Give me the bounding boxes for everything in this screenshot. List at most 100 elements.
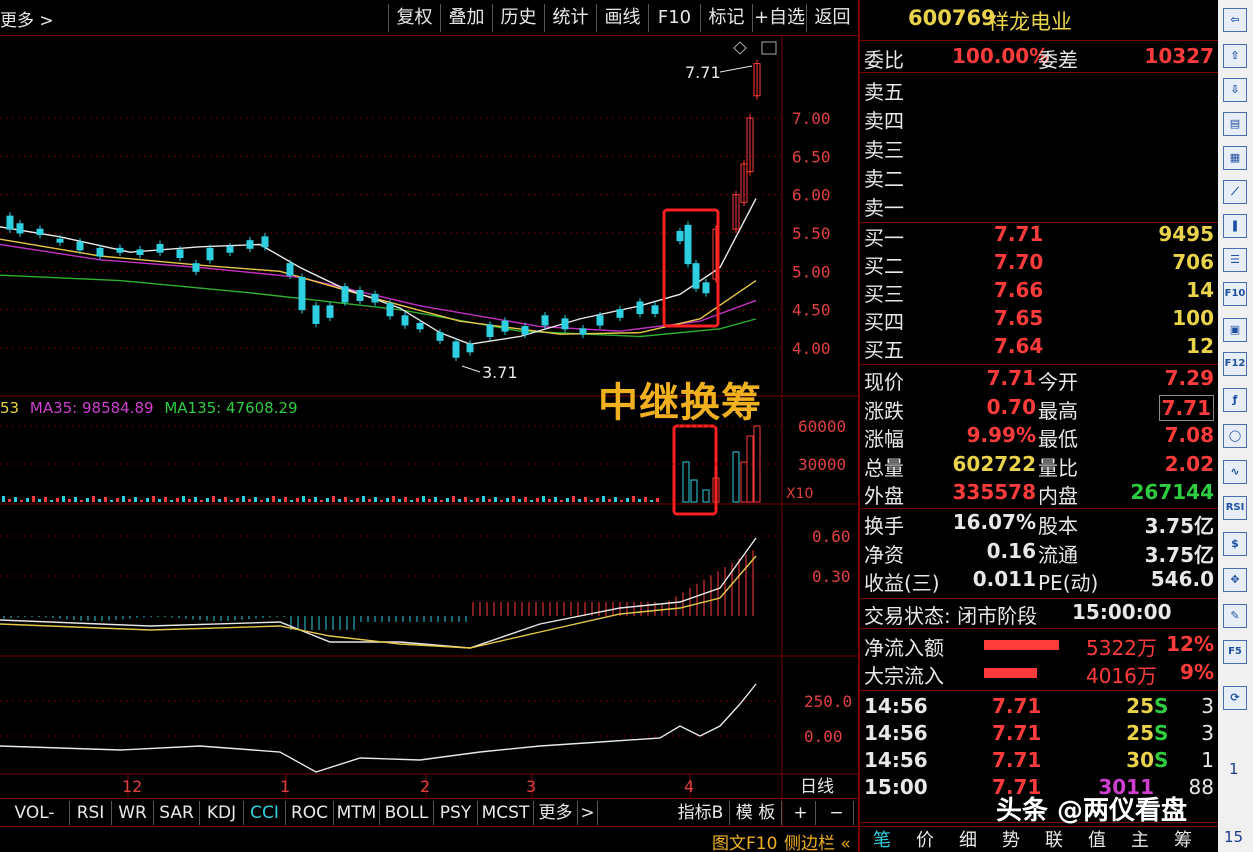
quote-row: 总量 602722 量比 2.02 bbox=[860, 452, 1218, 480]
f5-icon[interactable]: F5 bbox=[1223, 640, 1247, 664]
more-menu-button[interactable]: 更多 > bbox=[0, 6, 54, 31]
toolbar-button-6[interactable]: 标记 bbox=[700, 4, 752, 32]
candle-body bbox=[466, 343, 474, 353]
refresh-icon[interactable]: ⟳ bbox=[1223, 686, 1247, 710]
candle-body bbox=[341, 286, 349, 303]
sidebar-link[interactable]: 侧边栏 « bbox=[784, 829, 851, 852]
flow-pct: 9% bbox=[1180, 660, 1214, 684]
panel-tab-7[interactable]: 筹 bbox=[1165, 826, 1201, 851]
indicator-tab-11[interactable]: 更多 bbox=[534, 801, 578, 825]
toolbar-button-1[interactable]: 叠加 bbox=[440, 4, 492, 32]
doc-icon[interactable]: ▣ bbox=[1223, 318, 1247, 342]
arrow-down-icon[interactable]: ⇩ bbox=[1223, 78, 1247, 102]
list-icon[interactable]: ☰ bbox=[1223, 248, 1247, 272]
rsi-icon[interactable]: RSI bbox=[1223, 496, 1247, 520]
trade-time: 15:00:00 bbox=[1072, 600, 1172, 624]
divider bbox=[860, 72, 1218, 73]
candle-icon[interactable]: ❚ bbox=[1223, 214, 1247, 238]
tick-price: 7.71 bbox=[992, 721, 1042, 745]
toolbar-button-4[interactable]: 画线 bbox=[596, 4, 648, 32]
indicator-tab-2[interactable]: WR bbox=[112, 801, 154, 825]
panel-tab-4[interactable]: 联 bbox=[1036, 826, 1072, 851]
report-icon[interactable]: ▤ bbox=[1223, 112, 1247, 136]
dollar-icon[interactable]: $ bbox=[1223, 532, 1247, 556]
candle-body bbox=[486, 324, 494, 337]
fund-label: 净资 bbox=[864, 542, 904, 567]
weibi-value: 100.00% bbox=[952, 44, 1050, 68]
volume-bar bbox=[302, 496, 305, 502]
candle-body bbox=[206, 247, 214, 261]
volume-bar bbox=[308, 499, 311, 502]
buy-label: 买二 bbox=[864, 254, 904, 278]
buy-volume: 14 bbox=[1186, 278, 1214, 302]
indicator-tab-12[interactable]: > bbox=[578, 801, 598, 825]
volume-bar bbox=[158, 499, 161, 502]
quote-label: 最高 bbox=[1038, 398, 1078, 423]
move-icon[interactable]: ✥ bbox=[1223, 568, 1247, 592]
indicator-right-3[interactable]: − bbox=[820, 801, 854, 825]
buy-price: 7.66 bbox=[994, 278, 1044, 302]
toolbar-button-3[interactable]: 统计 bbox=[544, 4, 596, 32]
indicator-tab-7[interactable]: MTM bbox=[334, 801, 380, 825]
volume-bar bbox=[404, 497, 407, 502]
indicator-tab-4[interactable]: KDJ bbox=[200, 801, 244, 825]
chart-canvas[interactable]: 7.00 6.50 6.00 5.50 5.00 4.50 4.00 7.71 3.71 6000… bbox=[0, 36, 858, 826]
date-tick-label: 2 bbox=[420, 777, 430, 796]
price-tick-label: 6.50 bbox=[792, 147, 831, 166]
pencil-icon[interactable]: ✎ bbox=[1223, 604, 1247, 628]
indicator-right-1[interactable]: 模 板 bbox=[730, 801, 782, 825]
volume-bar bbox=[380, 500, 383, 502]
kline-chart[interactable]: 7.00 6.50 6.00 5.50 5.00 4.50 4.00 7.71 3.71 6000… bbox=[0, 36, 858, 826]
indicator-right-0[interactable]: 指标B bbox=[672, 801, 730, 825]
tick-count: 3 bbox=[1201, 694, 1214, 718]
fund-label: 股本 bbox=[1038, 514, 1078, 538]
volume-bar bbox=[446, 498, 449, 502]
panel-tab-2[interactable]: 细 bbox=[950, 826, 986, 851]
toolbar-button-8[interactable]: 返回 bbox=[806, 4, 858, 32]
circle-icon[interactable]: ◯ bbox=[1223, 424, 1247, 448]
vol-unit-label: X10 bbox=[786, 486, 813, 502]
f10-link[interactable]: 图文F10 bbox=[712, 829, 777, 852]
indicator-tab-9[interactable]: PSY bbox=[434, 801, 478, 825]
toolbar-button-2[interactable]: 历史 bbox=[492, 4, 544, 32]
indicator-tab-1[interactable]: RSI bbox=[70, 801, 112, 825]
price-tick-label: 6.00 bbox=[792, 186, 831, 205]
indicator-tab-0[interactable]: VOL-TDX bbox=[0, 801, 70, 847]
stock-code: 600769 bbox=[908, 6, 996, 30]
candle-body bbox=[636, 301, 644, 314]
volume-bar bbox=[452, 496, 455, 502]
volume-bar bbox=[746, 435, 754, 503]
tick-time: 14:56 bbox=[864, 721, 928, 745]
tick-row: 14:56 7.71 30 S 1 bbox=[860, 748, 1218, 776]
toolbar-button-5[interactable]: F10 bbox=[648, 4, 700, 32]
panel-tab-0[interactable]: 笔 bbox=[864, 826, 900, 851]
panel-tab-3[interactable]: 势 bbox=[993, 826, 1029, 851]
indicator-right-2[interactable]: + bbox=[786, 801, 816, 825]
grid-icon[interactable]: ▦ bbox=[1223, 146, 1247, 170]
f10-icon[interactable]: F10 bbox=[1223, 282, 1247, 306]
indicator-tab-10[interactable]: MCST bbox=[478, 801, 534, 825]
indicator-tab-5[interactable]: CCI bbox=[244, 801, 286, 825]
arrow-left-icon[interactable]: ⇦ bbox=[1223, 8, 1247, 32]
buy-volume: 12 bbox=[1186, 334, 1214, 358]
panel-tab-6[interactable]: 主 bbox=[1122, 826, 1158, 851]
indicator-tab-6[interactable]: ROC bbox=[286, 801, 334, 825]
indicator-tab-8[interactable]: BOLL bbox=[380, 801, 434, 825]
f12-icon[interactable]: F12 bbox=[1223, 352, 1247, 376]
line-chart-icon[interactable]: ⟋ bbox=[1223, 180, 1247, 204]
indicator-tab-3[interactable]: SAR bbox=[154, 801, 200, 825]
volume-bar bbox=[80, 500, 83, 502]
volume-bar bbox=[702, 489, 710, 503]
panel-tab-1[interactable]: 价 bbox=[907, 826, 943, 851]
volume-bar bbox=[56, 498, 59, 502]
volume-bar bbox=[596, 498, 599, 502]
volume-bar bbox=[476, 498, 479, 502]
volume-bar bbox=[284, 497, 287, 502]
toolbar-button-7[interactable]: +自选 bbox=[752, 4, 806, 32]
fx-icon[interactable]: ƒ bbox=[1223, 388, 1247, 412]
wave-icon[interactable]: ∿ bbox=[1223, 460, 1247, 484]
panel-tab-5[interactable]: 值 bbox=[1079, 826, 1115, 851]
quote-row: 现价 7.71 今开 7.29 bbox=[860, 366, 1218, 394]
toolbar-button-0[interactable]: 复权 bbox=[388, 4, 440, 32]
arrow-up-icon[interactable]: ⇧ bbox=[1223, 44, 1247, 68]
